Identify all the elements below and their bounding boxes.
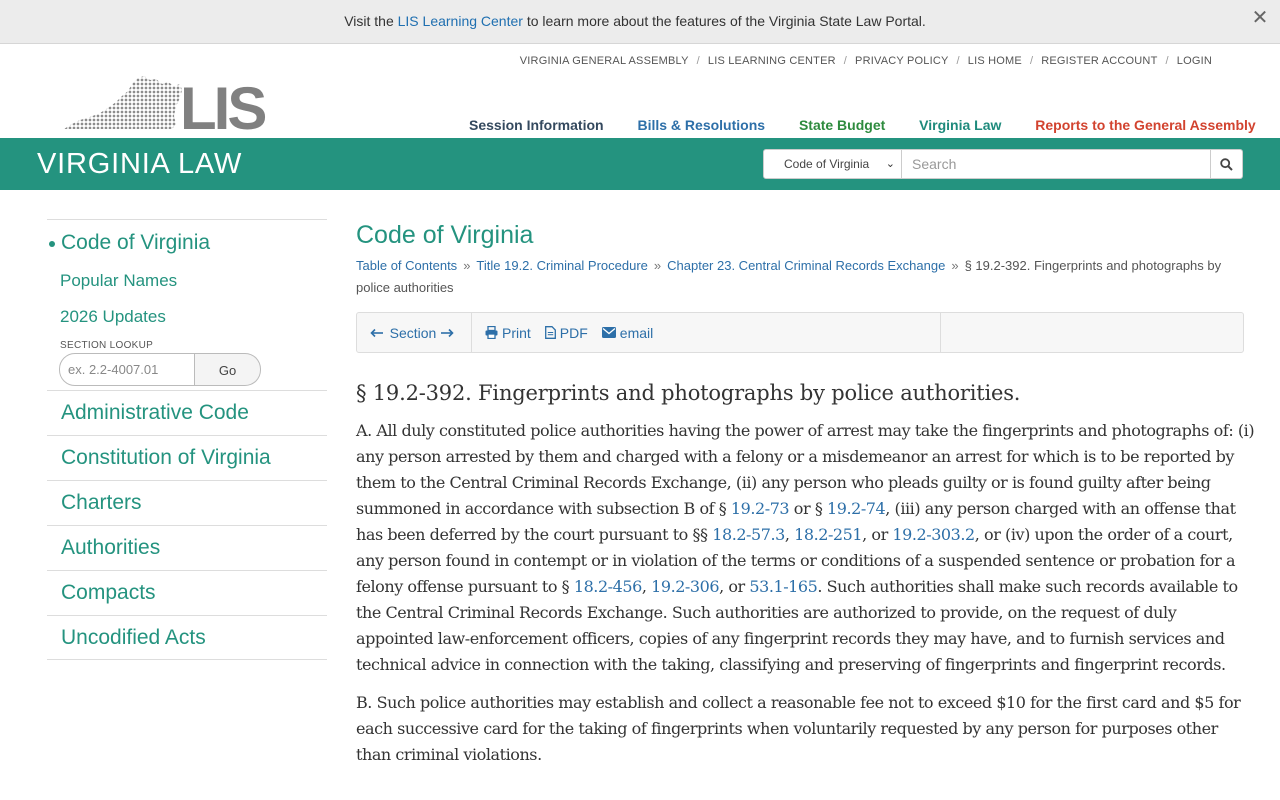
nav-virginia-law[interactable]: Virginia Law [919, 117, 1001, 133]
section-title: VIRGINIA LAW [37, 148, 243, 180]
search-input[interactable]: Search [902, 149, 1211, 179]
util-separator: / [1029, 55, 1034, 67]
banner-message: Visit the LIS Learning Center to learn m… [0, 13, 1270, 29]
breadcrumb: Table of Contents » Title 19.2. Criminal P… [356, 255, 1256, 299]
sidebar-item-2026-updates[interactable]: 2026 Updates [47, 306, 327, 328]
breadcrumb-separator: » [653, 258, 662, 273]
main-nav: Session Information Bills & Resolutions … [469, 117, 1256, 133]
util-separator: / [696, 55, 700, 67]
print-icon [485, 326, 498, 339]
sidebar-item-code-of-virginia[interactable]: Code of Virginia [47, 230, 327, 256]
law-text-segment: , or [719, 577, 750, 596]
search-icon [1220, 157, 1233, 171]
breadcrumb-title[interactable]: Title 19.2. Criminal Procedure [476, 258, 647, 273]
breadcrumb-table-of-contents[interactable]: Table of Contents [356, 258, 457, 273]
lis-logo[interactable]: LIS [64, 74, 268, 142]
sidebar: Code of Virginia Popular Names 2026 Upda… [47, 219, 327, 660]
print-button[interactable]: Print [485, 325, 531, 341]
law-link-19-2-306[interactable]: 19.2-306 [651, 577, 719, 596]
breadcrumb-separator: » [463, 258, 471, 273]
util-separator: / [956, 55, 960, 67]
search-scope-select[interactable]: Code of Virginia ⌄ [763, 149, 902, 179]
nav-reports-general-assembly[interactable]: Reports to the General Assembly [1035, 117, 1255, 133]
search-group: Code of Virginia ⌄ Search [763, 149, 1243, 179]
section-lookup: ex. 2.2-4007.01 Go [59, 353, 261, 386]
sidebar-item-uncodified-acts[interactable]: Uncodified Acts [47, 615, 327, 660]
arrow-left-icon[interactable] [370, 328, 384, 338]
email-label: email [619, 324, 654, 341]
nav-state-budget[interactable]: State Budget [799, 117, 885, 133]
page-title: Code of Virginia [356, 221, 534, 249]
virginia-map-logo-icon: LIS [64, 75, 268, 142]
law-paragraph-a: A. All duly constituted police authoriti… [356, 418, 1256, 678]
section-lookup-go-button[interactable]: Go [195, 353, 261, 386]
util-separator: / [1165, 55, 1169, 67]
email-button[interactable]: email [601, 324, 654, 341]
util-separator: / [843, 55, 848, 67]
util-privacy-policy[interactable]: PRIVACY POLICY [855, 55, 948, 67]
pdf-button[interactable]: PDF [544, 324, 588, 341]
pdf-file-icon [544, 326, 556, 339]
sidebar-item-charters[interactable]: Charters [47, 480, 327, 525]
nav-session-information[interactable]: Session Information [469, 117, 604, 133]
pdf-label: PDF [559, 324, 588, 341]
breadcrumb-chapter[interactable]: Chapter 23. Central Criminal Records Exc… [667, 258, 945, 273]
law-text-segment: , [784, 525, 795, 544]
sidebar-item-compacts[interactable]: Compacts [47, 570, 327, 615]
section-lookup-input[interactable]: ex. 2.2-4007.01 [59, 353, 195, 386]
chevron-down-icon: ⌄ [885, 158, 895, 170]
law-paragraph-b: B. Such police authorities may establish… [356, 693, 1241, 764]
sidebar-item-popular-names[interactable]: Popular Names [47, 270, 327, 292]
law-link-53-1-165[interactable]: 53.1-165 [749, 577, 817, 596]
law-section-title: § 19.2-392. Fingerprints and photographs… [356, 381, 1021, 405]
util-register-account[interactable]: REGISTER ACCOUNT [1041, 55, 1157, 67]
law-text-segment: , or [862, 525, 893, 544]
section-nav-label: Section [389, 324, 437, 341]
law-link-18-2-57-3[interactable]: 18.2-57.3 [712, 525, 785, 544]
util-virginia-general-assembly[interactable]: VIRGINIA GENERAL ASSEMBLY [520, 55, 689, 67]
notification-banner: Visit the LIS Learning Center to learn m… [0, 0, 1280, 44]
nav-bills-resolutions[interactable]: Bills & Resolutions [637, 117, 765, 133]
arrow-right-icon[interactable] [440, 328, 454, 338]
print-label: Print [502, 324, 531, 341]
section-toolbar: Section Print PDF email [356, 312, 1244, 353]
util-lis-home[interactable]: LIS HOME [968, 55, 1022, 67]
util-login[interactable]: LOGIN [1177, 55, 1212, 67]
main-content: Code of Virginia Table of Contents » Title… [356, 218, 1256, 768]
search-button[interactable] [1211, 149, 1243, 179]
law-link-19-2-303-2[interactable]: 19.2-303.2 [892, 525, 975, 544]
law-link-19-2-74[interactable]: 19.2-74 [827, 499, 886, 518]
logo-text: LIS [180, 75, 265, 132]
util-lis-learning-center[interactable]: LIS LEARNING CENTER [708, 55, 836, 67]
sidebar-item-label: Code of Virginia [61, 231, 211, 254]
section-actions: Print PDF email [472, 313, 941, 352]
sidebar-list: Administrative Code Constitution of Virg… [47, 390, 327, 660]
close-icon[interactable]: ✕ [1250, 8, 1270, 28]
section-lookup-label: SECTION LOOKUP [60, 340, 154, 351]
breadcrumb-separator: » [951, 258, 959, 273]
utility-nav: VIRGINIA GENERAL ASSEMBLY / LIS LEARNING C… [520, 55, 1212, 67]
law-link-18-2-251[interactable]: 18.2-251 [794, 525, 862, 544]
banner-prefix: Visit the [344, 13, 398, 29]
banner-suffix: to learn more about the features of the … [522, 13, 926, 29]
search-scope-value: Code of Virginia [784, 157, 870, 171]
sidebar-item-authorities[interactable]: Authorities [47, 525, 327, 570]
sidebar-item-constitution-of-virginia[interactable]: Constitution of Virginia [47, 435, 327, 480]
envelope-icon [601, 327, 616, 338]
law-link-18-2-456[interactable]: 18.2-456 [574, 577, 642, 596]
sidebar-code-group: Code of Virginia Popular Names 2026 Upda… [47, 219, 327, 386]
law-text-segment: or § [789, 499, 828, 518]
law-text-segment: , [641, 577, 652, 596]
active-bullet-icon [49, 241, 55, 247]
banner-learning-center-link[interactable]: LIS Learning Center [398, 13, 523, 29]
law-link-19-2-73[interactable]: 19.2-73 [731, 499, 790, 518]
section-nav: Section [357, 313, 472, 352]
sidebar-item-administrative-code[interactable]: Administrative Code [47, 390, 327, 435]
